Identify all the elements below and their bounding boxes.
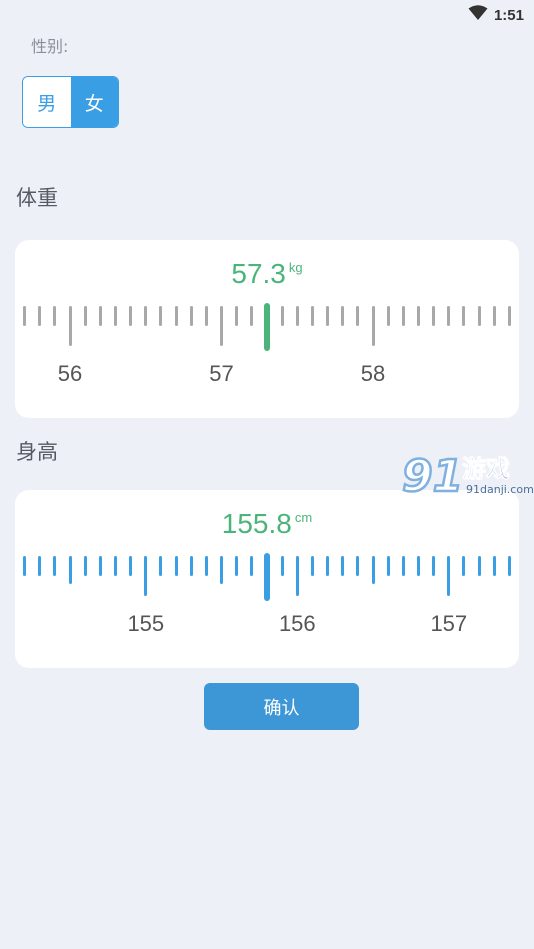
gender-option-female[interactable]: 女	[70, 77, 118, 127]
height-minor-tick	[98, 556, 102, 576]
status-bar: 1:51	[0, 0, 534, 30]
weight-minor-tick	[310, 306, 314, 326]
height-minor-tick	[23, 556, 27, 576]
height-unit: cm	[294, 510, 313, 525]
height-minor-tick	[507, 556, 511, 576]
status-time: 1:51	[493, 6, 524, 24]
gender-toggle: 男 女	[22, 76, 119, 128]
height-minor-tick	[68, 556, 72, 584]
gender-option-male[interactable]: 男	[23, 77, 71, 127]
height-minor-tick	[477, 556, 481, 576]
weight-tick-label: 56	[57, 361, 83, 386]
weight-value: 57.3	[231, 258, 286, 289]
height-value: 155.8	[221, 508, 292, 539]
height-minor-tick	[235, 556, 239, 576]
weight-major-tick	[68, 306, 72, 346]
height-minor-tick	[492, 556, 496, 576]
height-minor-tick	[386, 556, 390, 576]
gender-label: 性别:	[31, 37, 69, 56]
height-tick-label: 155	[127, 611, 165, 636]
weight-minor-tick	[250, 306, 254, 326]
height-title: 身高	[16, 440, 58, 464]
height-minor-tick	[356, 556, 360, 576]
height-minor-tick	[250, 556, 254, 576]
weight-minor-tick	[386, 306, 390, 326]
svg-text:91danji.com: 91danji.com	[466, 483, 534, 496]
height-minor-tick	[38, 556, 42, 576]
height-major-tick	[447, 556, 451, 596]
weight-minor-tick	[356, 306, 360, 326]
height-minor-tick	[280, 556, 284, 576]
height-minor-tick	[401, 556, 405, 576]
height-minor-tick	[341, 556, 345, 576]
weight-tick-label: 58	[360, 361, 386, 386]
weight-minor-tick	[447, 306, 451, 326]
height-value-display: 155.8 cm	[15, 508, 519, 540]
wifi-icon	[468, 5, 488, 25]
height-minor-tick	[371, 556, 375, 584]
weight-minor-tick	[326, 306, 330, 326]
weight-value-display: 57.3 kg	[15, 258, 519, 290]
svg-text:91: 91	[402, 451, 463, 502]
height-minor-tick	[462, 556, 466, 576]
weight-minor-tick	[492, 306, 496, 326]
height-major-tick	[144, 556, 148, 596]
weight-minor-tick	[432, 306, 436, 326]
height-minor-tick	[114, 556, 117, 576]
height-tick-label: 157	[430, 611, 468, 636]
weight-major-tick	[371, 306, 375, 346]
height-minor-tick	[174, 556, 178, 576]
confirm-button[interactable]: 确认	[204, 683, 359, 730]
weight-minor-tick	[159, 306, 163, 326]
height-minor-tick	[53, 556, 57, 576]
weight-unit: kg	[288, 260, 303, 275]
weight-minor-tick	[235, 306, 239, 326]
weight-minor-tick	[462, 306, 466, 326]
weight-minor-tick	[189, 306, 193, 326]
weight-title: 体重	[16, 186, 58, 210]
weight-minor-tick	[53, 306, 57, 326]
weight-minor-tick	[129, 306, 133, 326]
height-minor-tick	[83, 556, 87, 576]
weight-minor-tick	[204, 306, 208, 326]
status-icons: 1:51	[468, 5, 524, 25]
weight-minor-tick	[280, 306, 284, 326]
weight-minor-tick	[507, 306, 511, 326]
height-current-indicator[interactable]	[264, 553, 270, 601]
weight-minor-tick	[401, 306, 405, 326]
weight-minor-tick	[38, 306, 42, 326]
height-minor-tick	[159, 556, 163, 576]
weight-major-tick	[220, 306, 224, 346]
weight-minor-tick	[144, 306, 148, 326]
height-minor-tick	[129, 556, 133, 576]
weight-minor-tick	[417, 306, 420, 326]
height-minor-tick	[189, 556, 193, 576]
height-card: 155.8cm 15315415515615715815	[15, 490, 519, 668]
height-minor-tick	[326, 556, 330, 576]
weight-minor-tick	[341, 306, 345, 326]
height-minor-tick	[220, 556, 224, 584]
weight-current-indicator[interactable]	[264, 303, 270, 351]
weight-card: 57.3 kg 56 57 58	[15, 240, 519, 418]
weight-minor-tick	[83, 306, 87, 326]
weight-minor-tick	[174, 306, 178, 326]
watermark-logo: 91 游戏 91danji.com	[400, 447, 534, 504]
weight-minor-tick	[477, 306, 481, 326]
weight-minor-tick	[114, 306, 117, 326]
weight-minor-tick	[295, 306, 299, 326]
height-minor-tick	[310, 556, 314, 576]
height-minor-tick	[432, 556, 436, 576]
height-minor-tick	[417, 556, 420, 576]
weight-tick-label: 57	[209, 361, 234, 386]
svg-text:游戏: 游戏	[462, 455, 510, 483]
weight-minor-tick	[98, 306, 102, 326]
height-tick-label: 156	[278, 611, 316, 636]
height-major-tick	[295, 556, 299, 596]
height-minor-tick	[204, 556, 208, 576]
weight-minor-tick	[23, 306, 27, 326]
